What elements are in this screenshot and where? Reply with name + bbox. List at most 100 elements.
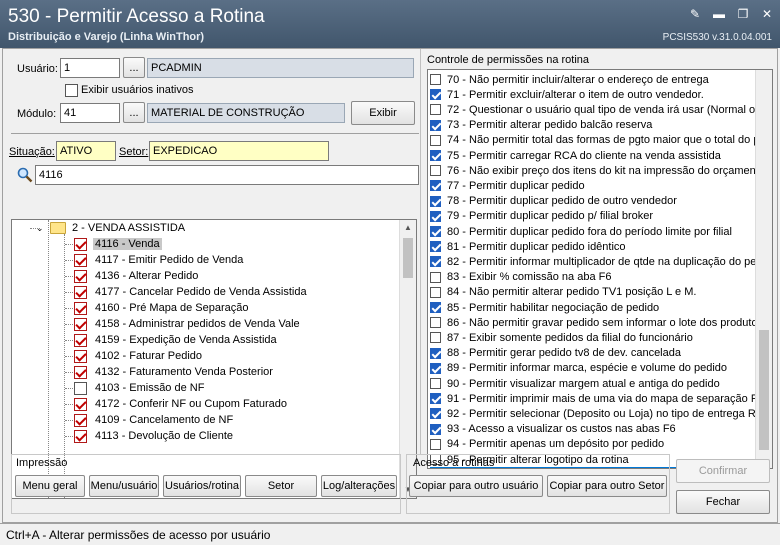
permission-item[interactable]: 82 - Permitir informar multiplicador de … [430, 254, 755, 269]
permission-checkbox[interactable] [430, 256, 441, 268]
tree-item[interactable]: 4159 - Expedição de Venda Assistida [65, 332, 279, 348]
permission-item[interactable]: 75 - Permitir carregar RCA do cliente na… [430, 148, 755, 163]
tree-item-checkbox[interactable] [74, 237, 87, 251]
tree-item-checkbox[interactable] [74, 413, 87, 427]
permission-item[interactable]: 85 - Permitir habilitar negociação de pe… [430, 300, 755, 315]
permission-checkbox[interactable] [430, 119, 441, 131]
tree-item-checkbox[interactable] [74, 253, 87, 267]
permission-item[interactable]: 74 - Não permitir total das formas de pg… [430, 133, 755, 148]
tree-item[interactable]: 4160 - Pré Mapa de Separação [65, 300, 251, 316]
tree-item[interactable]: 4103 - Emissão de NF [65, 380, 206, 396]
menu-geral-button[interactable]: Menu geral [15, 475, 85, 497]
permission-checkbox[interactable] [430, 226, 441, 237]
log-alteracoes-button[interactable]: Log/alterações [321, 475, 397, 497]
setor-button[interactable]: Setor [245, 475, 317, 497]
permission-checkbox[interactable] [430, 150, 441, 161]
permission-checkbox[interactable] [430, 241, 441, 253]
permission-item[interactable]: 90 - Permitir visualizar margem atual e … [430, 376, 755, 391]
permission-checkbox[interactable] [430, 210, 441, 222]
search-input[interactable]: 4116 [35, 165, 419, 185]
permission-checkbox[interactable] [430, 332, 441, 344]
permission-item[interactable]: 93 - Acesso a visualizar os custos nas a… [430, 422, 755, 437]
tree-item[interactable]: 4109 - Cancelamento de NF [65, 412, 235, 428]
permission-checkbox[interactable] [430, 408, 441, 420]
permission-checkbox[interactable] [430, 423, 441, 435]
permission-checkbox[interactable] [430, 74, 441, 85]
tree-item-checkbox[interactable] [74, 349, 87, 363]
permission-item[interactable]: 79 - Permitir duplicar pedido p/ filial … [430, 209, 755, 224]
tree-item[interactable]: 4132 - Faturamento Venda Posterior [65, 364, 275, 380]
tree-item[interactable]: 4177 - Cancelar Pedido de Venda Assistid… [65, 284, 309, 300]
permission-item[interactable]: 70 - Não permitir incluir/alterar o ende… [430, 72, 755, 87]
tree-item[interactable]: 4102 - Faturar Pedido [65, 348, 204, 364]
menu-usuario-button[interactable]: Menu/usuário [89, 475, 159, 497]
permission-checkbox[interactable] [430, 347, 441, 359]
permission-checkbox[interactable] [430, 271, 441, 283]
permission-item[interactable]: 86 - Não permitir gravar pedido sem info… [430, 315, 755, 330]
tree-item-checkbox[interactable] [74, 269, 87, 283]
copy-to-setor-button[interactable]: Copiar para outro Setor [547, 475, 667, 497]
tree-item-checkbox[interactable] [74, 381, 87, 395]
permission-checkbox[interactable] [430, 165, 441, 177]
permission-item[interactable]: 81 - Permitir duplicar pedido idêntico [430, 239, 755, 254]
tree-item[interactable]: 4117 - Emitir Pedido de Venda [65, 252, 245, 268]
permission-checkbox[interactable] [430, 393, 441, 405]
permission-checkbox[interactable] [430, 104, 441, 116]
permission-item[interactable]: 71 - Permitir excluir/alterar o item de … [430, 87, 755, 102]
permission-item[interactable]: 77 - Permitir duplicar pedido [430, 178, 755, 193]
permission-item[interactable]: 76 - Não exibir preço dos itens do kit n… [430, 163, 755, 178]
permissions-scrollbar[interactable] [755, 70, 772, 468]
permission-item[interactable]: 91 - Permitir imprimir mais de uma via d… [430, 391, 755, 406]
permission-item[interactable]: 84 - Não permitir alterar pedido TV1 pos… [430, 285, 755, 300]
permission-item[interactable]: 72 - Questionar o usuário qual tipo de v… [430, 102, 755, 117]
permission-checkbox[interactable] [430, 362, 441, 374]
tree-item[interactable]: 4116 - Venda [65, 236, 162, 252]
permission-item[interactable]: 94 - Permitir apenas um depósito por ped… [430, 437, 755, 452]
permission-item[interactable]: 78 - Permitir duplicar pedido de outro v… [430, 194, 755, 209]
modulo-code-input[interactable]: 41 [60, 103, 120, 123]
maximize-icon[interactable]: ❐ [736, 7, 750, 21]
permission-item[interactable]: 88 - Permitir gerar pedido tv8 de dev. c… [430, 346, 755, 361]
minimize-icon[interactable]: ▬ [712, 7, 726, 21]
permission-checkbox[interactable] [430, 89, 441, 101]
exibir-button[interactable]: Exibir [351, 101, 415, 125]
tree-item-checkbox[interactable] [74, 301, 87, 315]
edit-icon[interactable]: ✎ [688, 7, 702, 21]
permission-checkbox[interactable] [430, 195, 441, 207]
close-icon[interactable]: ✕ [760, 7, 774, 21]
usuario-code-input[interactable]: 1 [60, 58, 120, 78]
tree-item-checkbox[interactable] [74, 285, 87, 299]
permission-checkbox[interactable] [430, 378, 441, 389]
permission-checkbox[interactable] [430, 302, 441, 313]
permission-item[interactable]: 73 - Permitir alterar pedido balcão rese… [430, 118, 755, 133]
tree-item-checkbox[interactable] [74, 365, 87, 379]
tree-item[interactable]: 4113 - Devolução de Cliente [65, 428, 235, 444]
permission-checkbox[interactable] [430, 134, 441, 146]
copy-to-user-button[interactable]: Copiar para outro usuário [409, 475, 543, 497]
permission-checkbox[interactable] [430, 438, 441, 450]
permission-checkbox[interactable] [430, 286, 441, 298]
tree-item-checkbox[interactable] [74, 429, 87, 443]
chevron-down-icon[interactable]: ⌄ [36, 223, 48, 234]
permission-item[interactable]: 89 - Permitir informar marca, espécie e … [430, 361, 755, 376]
tree-item[interactable]: 4136 - Alterar Pedido [65, 268, 200, 284]
fechar-button[interactable]: Fechar [676, 490, 770, 514]
tree-item-checkbox[interactable] [74, 397, 87, 411]
permission-item[interactable]: 87 - Exibir somente pedidos da filial do… [430, 330, 755, 345]
tree-group-node[interactable]: ⌄ 2 - VENDA ASSISTIDA [36, 220, 185, 236]
usuarios-rotina-button[interactable]: Usuários/rotina [163, 475, 241, 497]
tree-item-checkbox[interactable] [74, 333, 87, 347]
confirmar-button[interactable]: Confirmar [676, 459, 770, 483]
exibir-inativos-checkbox[interactable] [65, 84, 78, 97]
scroll-up-icon[interactable]: ▲ [400, 220, 416, 236]
tree-item[interactable]: 4172 - Conferir NF ou Cupom Faturado [65, 396, 289, 412]
permission-item[interactable]: 83 - Exibir % comissão na aba F6 [430, 270, 755, 285]
permission-item[interactable]: 80 - Permitir duplicar pedido fora do pe… [430, 224, 755, 239]
permission-item[interactable]: 92 - Permitir selecionar (Deposito ou Lo… [430, 406, 755, 421]
permission-checkbox[interactable] [430, 180, 441, 192]
tree-item-checkbox[interactable] [74, 317, 87, 331]
usuario-lookup-button[interactable]: ... [123, 57, 145, 78]
tree-item[interactable]: 4158 - Administrar pedidos de Venda Vale [65, 316, 302, 332]
modulo-lookup-button[interactable]: ... [123, 102, 145, 123]
permission-checkbox[interactable] [430, 317, 441, 329]
